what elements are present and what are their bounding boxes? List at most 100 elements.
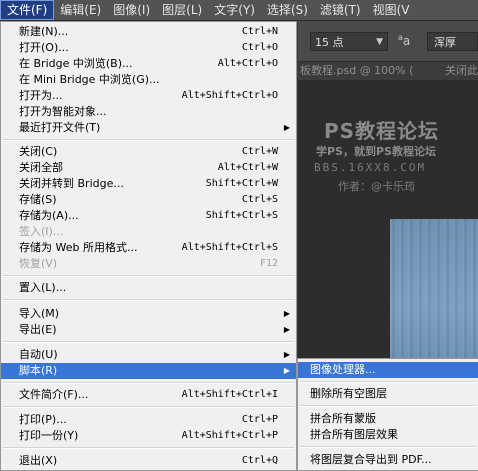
menu-bar: 文件(F) 编辑(E) 图像(I) 图层(L) 文字(Y) 选择(S) 滤镜(T…: [0, 0, 478, 21]
menu-item-exit[interactable]: 退出(X) Ctrl+Q: [1, 453, 296, 469]
document-tab-bar: 板教程.psd @ 100% ( 关闭此: [298, 62, 478, 81]
menu-item-shortcut: Alt+Ctrl+O: [217, 58, 278, 69]
menu-item-label: 打开为智能对象...: [19, 105, 107, 118]
menu-item-save-for-web[interactable]: 存储为 Web 所用格式... Alt+Shift+Ctrl+S: [1, 240, 296, 256]
menu-edit[interactable]: 编辑(E): [54, 0, 107, 20]
menu-item-scripts[interactable]: 脚本(R) ▶: [1, 363, 296, 379]
chevron-down-icon: ▼: [376, 37, 383, 47]
submenu-item-image-processor[interactable]: 图像处理器...: [298, 362, 478, 378]
watermark-url: BBS.16XX8.COM: [314, 161, 427, 174]
submenu-item-label: 拼合所有图层效果: [310, 428, 398, 441]
menu-item-shortcut: Ctrl+P: [241, 414, 278, 425]
menu-item-close-go-bridge[interactable]: 关闭并转到 Bridge... Shift+Ctrl+W: [1, 176, 296, 192]
menu-layer[interactable]: 图层(L): [156, 0, 208, 20]
menu-item-new[interactable]: 新建(N)... Ctrl+N: [1, 24, 296, 40]
menu-item-print[interactable]: 打印(P)... Ctrl+P: [1, 412, 296, 428]
antialias-icon-letter: a: [402, 34, 411, 48]
menu-separator: [3, 275, 294, 277]
menu-item-label: 签入(I)...: [19, 225, 64, 238]
menu-item-label: 打印(P)...: [19, 413, 67, 426]
menu-item-label: 导入(M): [19, 307, 60, 320]
menu-separator: [3, 139, 294, 141]
submenu-arrow-icon: ▶: [283, 325, 290, 334]
menu-item-label: 打开为...: [19, 89, 63, 102]
menu-separator: [3, 382, 294, 384]
scripts-submenu: 图像处理器... 删除所有空图层 拼合所有蒙版 拼合所有图层效果 将图层复合导出…: [297, 358, 478, 471]
menu-separator: [3, 447, 294, 449]
submenu-item-flatten-masks[interactable]: 拼合所有蒙版: [298, 411, 478, 427]
watermark-subtitle: 学PS，就到PS教程论坛: [316, 145, 436, 158]
menu-type[interactable]: 文字(Y): [208, 0, 261, 20]
menu-item-open[interactable]: 打开(O)... Ctrl+O: [1, 40, 296, 56]
menu-item-shortcut: Ctrl+W: [241, 146, 278, 157]
menu-image[interactable]: 图像(I): [107, 0, 156, 20]
options-bar: 15 点 ▼ aa 浑厚: [298, 21, 478, 62]
menu-item-label: 导出(E): [19, 323, 57, 336]
menu-separator: [300, 446, 476, 448]
menu-item-label: 关闭(C): [19, 145, 58, 158]
menu-item-recent-files[interactable]: 最近打开文件(T) ▶: [1, 120, 296, 136]
submenu-arrow-icon: ▶: [283, 366, 290, 375]
menu-item-label: 存储为 Web 所用格式...: [19, 241, 138, 254]
menu-item-save[interactable]: 存储(S) Ctrl+S: [1, 192, 296, 208]
document-tab[interactable]: 板教程.psd @ 100% (: [300, 62, 413, 80]
menu-item-label: 关闭并转到 Bridge...: [19, 177, 124, 190]
submenu-item-delete-empty-layers[interactable]: 删除所有空图层: [298, 386, 478, 402]
menu-file[interactable]: 文件(F): [0, 0, 55, 20]
menu-view[interactable]: 视图(V: [367, 0, 416, 20]
menu-item-browse-bridge[interactable]: 在 Bridge 中浏览(B)... Alt+Ctrl+O: [1, 56, 296, 72]
menu-item-label: 在 Mini Bridge 中浏览(G)...: [19, 73, 160, 86]
submenu-arrow-icon: ▶: [283, 309, 290, 318]
menu-item-shortcut: Ctrl+S: [241, 194, 278, 205]
menu-item-automate[interactable]: 自动(U) ▶: [1, 347, 296, 363]
menu-filter[interactable]: 滤镜(T): [314, 0, 367, 20]
menu-item-file-info[interactable]: 文件简介(F)... Alt+Shift+Ctrl+I: [1, 387, 296, 403]
menu-item-label: 新建(N)...: [19, 25, 69, 38]
submenu-item-flatten-layer-effects[interactable]: 拼合所有图层效果: [298, 427, 478, 443]
menu-item-shortcut: Shift+Ctrl+W: [205, 178, 278, 189]
menu-item-label: 存储为(A)...: [19, 209, 79, 222]
font-size-select[interactable]: 15 点 ▼: [310, 32, 388, 51]
antialias-select[interactable]: 浑厚: [427, 32, 478, 51]
menu-item-shortcut: Ctrl+O: [241, 42, 278, 53]
menu-separator: [3, 299, 294, 301]
menu-item-revert: 恢复(V) F12: [1, 256, 296, 272]
submenu-item-label: 拼合所有蒙版: [310, 412, 376, 425]
menu-item-browse-mini-bridge[interactable]: 在 Mini Bridge 中浏览(G)...: [1, 72, 296, 88]
menu-item-shortcut: F12: [259, 258, 278, 269]
menu-item-label: 退出(X): [19, 454, 58, 467]
menu-select[interactable]: 选择(S): [261, 0, 314, 20]
menu-item-label: 打印一份(Y): [19, 429, 79, 442]
menu-item-shortcut: Ctrl+Q: [241, 455, 278, 466]
antialias-icon: aa: [398, 33, 410, 48]
menu-item-label: 自动(U): [19, 348, 58, 361]
close-tab-label[interactable]: 关闭此: [445, 62, 478, 80]
menu-item-shortcut: Alt+Shift+Ctrl+P: [181, 430, 278, 441]
menu-item-print-one[interactable]: 打印一份(Y) Alt+Shift+Ctrl+P: [1, 428, 296, 444]
menu-item-label: 存储(S): [19, 193, 57, 206]
menu-item-import[interactable]: 导入(M) ▶: [1, 306, 296, 322]
menu-item-shortcut: Alt+Shift+Ctrl+O: [181, 90, 278, 101]
menu-item-place[interactable]: 置入(L)...: [1, 280, 296, 296]
menu-item-export[interactable]: 导出(E) ▶: [1, 322, 296, 338]
submenu-item-export-comps-pdf[interactable]: 将图层复合导出到 PDF...: [298, 452, 478, 468]
submenu-arrow-icon: ▶: [283, 350, 290, 359]
menu-item-shortcut: Alt+Shift+Ctrl+I: [181, 389, 278, 400]
menu-item-label: 置入(L)...: [19, 281, 67, 294]
submenu-item-label: 删除所有空图层: [310, 387, 387, 400]
menu-item-close-all[interactable]: 关闭全部 Alt+Ctrl+W: [1, 160, 296, 176]
menu-item-shortcut: Shift+Ctrl+S: [205, 210, 278, 221]
menu-separator: [3, 406, 294, 408]
file-menu-dropdown: 新建(N)... Ctrl+N 打开(O)... Ctrl+O 在 Bridge 中…: [0, 21, 297, 471]
menu-item-label: 在 Bridge 中浏览(B)...: [19, 57, 133, 70]
menu-item-open-smart-object[interactable]: 打开为智能对象...: [1, 104, 296, 120]
submenu-arrow-icon: ▶: [283, 123, 290, 132]
watermark-title: PS教程论坛: [324, 119, 440, 143]
menu-item-save-as[interactable]: 存储为(A)... Shift+Ctrl+S: [1, 208, 296, 224]
menu-item-close[interactable]: 关闭(C) Ctrl+W: [1, 144, 296, 160]
menu-item-open-as[interactable]: 打开为... Alt+Shift+Ctrl+O: [1, 88, 296, 104]
antialias-value: 浑厚: [434, 36, 456, 49]
submenu-item-label: 将图层复合导出到 PDF...: [310, 453, 432, 466]
menu-separator: [3, 341, 294, 343]
menu-item-label: 最近打开文件(T): [19, 121, 101, 134]
